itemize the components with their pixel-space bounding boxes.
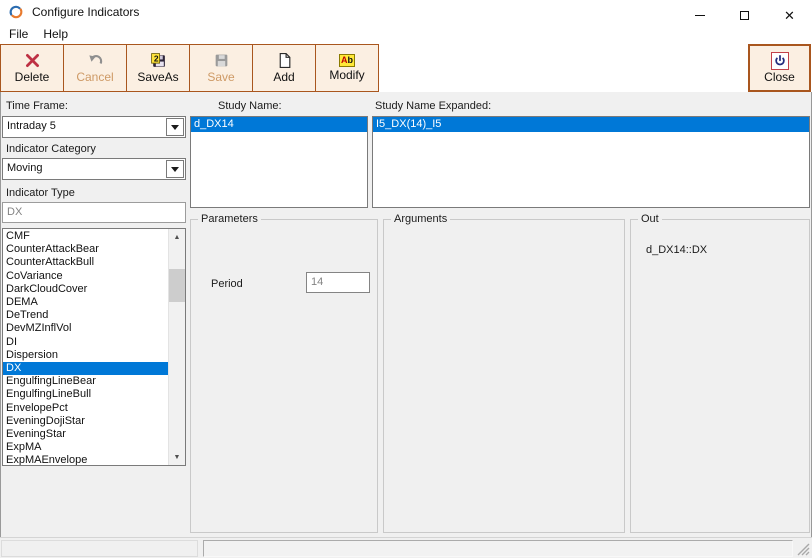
modify-ab-icon: Ab xyxy=(339,54,355,67)
list-item[interactable]: DevMZInflVol xyxy=(3,322,168,335)
time-frame-dropdown-button[interactable] xyxy=(166,118,184,136)
status-left-panel xyxy=(1,540,198,557)
time-frame-label: Time Frame: xyxy=(6,100,68,112)
chevron-down-icon xyxy=(171,124,179,130)
delete-label: Delete xyxy=(14,70,50,84)
indicator-type-field: DX xyxy=(2,202,186,223)
list-item[interactable]: DEMA xyxy=(3,296,168,309)
maximize-icon xyxy=(740,10,749,20)
indicator-category-select[interactable]: Moving xyxy=(2,158,186,180)
indicator-category-dropdown-button[interactable] xyxy=(166,160,184,178)
parameters-groupbox: Parameters Period 14 xyxy=(190,213,378,533)
period-label: Period xyxy=(211,278,243,290)
delete-x-icon xyxy=(25,54,39,67)
indicator-category-value: Moving xyxy=(7,162,43,174)
menu-file[interactable]: File xyxy=(9,27,28,41)
parameters-title: Parameters xyxy=(198,213,261,225)
minimize-icon xyxy=(694,14,705,16)
close-button[interactable]: Close xyxy=(748,44,811,92)
undo-arrow-icon xyxy=(88,55,102,64)
study-name-expanded-label: Study Name Expanded: xyxy=(375,100,492,112)
list-item[interactable]: CMF xyxy=(3,230,168,243)
scrollbar-down-button[interactable]: ▼ xyxy=(169,449,185,465)
add-button[interactable]: Add xyxy=(252,44,316,92)
scrollbar[interactable]: ▲ ▼ xyxy=(168,229,185,465)
save-as-button[interactable]: 2 SaveAs xyxy=(126,44,190,92)
scrollbar-up-button[interactable]: ▲ xyxy=(169,229,185,245)
list-item[interactable]: CounterAttackBear xyxy=(3,243,168,256)
list-item[interactable]: ExpMAEnvelope xyxy=(3,454,168,465)
modify-label: Modify xyxy=(329,68,365,82)
new-document-icon xyxy=(279,53,290,68)
list-item[interactable]: CoVariance xyxy=(3,270,168,283)
time-frame-value: Intraday 5 xyxy=(7,120,56,132)
time-frame-select[interactable]: Intraday 5 xyxy=(2,116,186,138)
status-bar xyxy=(0,537,812,558)
arguments-title: Arguments xyxy=(391,213,451,225)
window-title: Configure Indicators xyxy=(32,5,140,19)
status-message-panel xyxy=(203,540,793,557)
save-label: Save xyxy=(207,70,235,84)
save-button[interactable]: Save xyxy=(189,44,253,92)
list-item[interactable]: DeTrend xyxy=(3,309,168,322)
list-item[interactable]: EngulfingLineBear xyxy=(3,375,168,388)
configure-indicators-window: Configure Indicators ✕ File Help Delete … xyxy=(0,0,812,558)
power-icon xyxy=(770,52,789,70)
study-name-label: Study Name: xyxy=(218,100,282,112)
delete-button[interactable]: Delete xyxy=(0,44,64,92)
indicator-type-list[interactable]: CMF CounterAttackBear CounterAttackBull CoV… xyxy=(2,228,186,466)
list-item[interactable]: DI xyxy=(3,336,168,349)
out-groupbox: Out d_DX14::DX xyxy=(630,213,810,533)
list-item[interactable]: Dispersion xyxy=(3,349,168,362)
app-logo-icon xyxy=(9,5,23,19)
list-item[interactable]: ExpMA xyxy=(3,441,168,454)
period-field: 14 xyxy=(306,272,370,293)
list-item[interactable]: EnvelopePct xyxy=(3,402,168,415)
indicator-type-label: Indicator Type xyxy=(6,187,75,199)
indicator-category-label: Indicator Category xyxy=(6,143,96,155)
menu-help[interactable]: Help xyxy=(43,27,68,41)
cancel-label: Cancel xyxy=(76,70,114,84)
list-item[interactable]: EngulfingLineBull xyxy=(3,388,168,401)
study-name-expanded-list[interactable]: I5_DX(14)_I5 xyxy=(372,116,810,208)
svg-text:2: 2 xyxy=(153,53,158,63)
study-name-list[interactable]: d_DX14 xyxy=(190,116,368,208)
list-item[interactable]: DarkCloudCover xyxy=(3,283,168,296)
list-item[interactable]: I5_DX(14)_I5 xyxy=(373,117,809,132)
list-item[interactable]: EveningDojiStar xyxy=(3,415,168,428)
add-label: Add xyxy=(273,70,295,84)
list-item[interactable]: d_DX14 xyxy=(191,117,367,132)
arguments-groupbox: Arguments xyxy=(383,213,625,533)
close-icon: ✕ xyxy=(784,7,795,23)
close-label: Close xyxy=(764,70,795,84)
toolbar: Delete Cancel 2 SaveAs Save Add Ab Modif… xyxy=(0,44,812,92)
scrollbar-thumb[interactable] xyxy=(169,269,185,302)
out-value: d_DX14::DX xyxy=(646,244,708,256)
chevron-down-icon xyxy=(171,166,179,172)
resize-grip-icon[interactable] xyxy=(797,543,810,556)
save-as-label: SaveAs xyxy=(137,70,179,84)
menu-bar: File Help xyxy=(0,24,812,44)
list-item[interactable]: DX xyxy=(3,362,168,376)
out-title: Out xyxy=(638,213,662,225)
cancel-button[interactable]: Cancel xyxy=(63,44,127,92)
list-item[interactable]: CounterAttackBull xyxy=(3,256,168,269)
save-as-floppy-icon: 2 xyxy=(150,53,165,67)
save-floppy-icon xyxy=(215,54,227,67)
list-item[interactable]: EveningStar xyxy=(3,428,168,441)
modify-button[interactable]: Ab Modify xyxy=(315,44,379,92)
